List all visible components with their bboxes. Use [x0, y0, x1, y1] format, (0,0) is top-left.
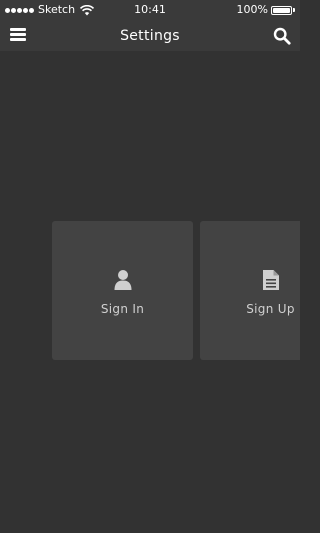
sign-up-tile[interactable]: Sign Up: [200, 221, 300, 360]
sign-in-label: Sign In: [100, 302, 145, 316]
navigation-bar: Settings: [0, 20, 300, 51]
battery-nub: [293, 8, 295, 12]
sign-up-label: Sign Up: [246, 302, 295, 316]
main-content: Sign In Sign Up: [0, 51, 300, 533]
document-icon: [262, 270, 279, 290]
search-icon[interactable]: [273, 27, 291, 45]
battery-icon: [271, 5, 292, 15]
status-bar-right: 100%: [237, 3, 295, 17]
sign-in-tile[interactable]: Sign In: [52, 221, 193, 360]
battery-percentage: 100%: [236, 3, 268, 16]
page-title: Settings: [120, 28, 180, 44]
user-icon: [114, 270, 131, 290]
status-bar: Sketch 10:41 100%: [0, 0, 300, 20]
